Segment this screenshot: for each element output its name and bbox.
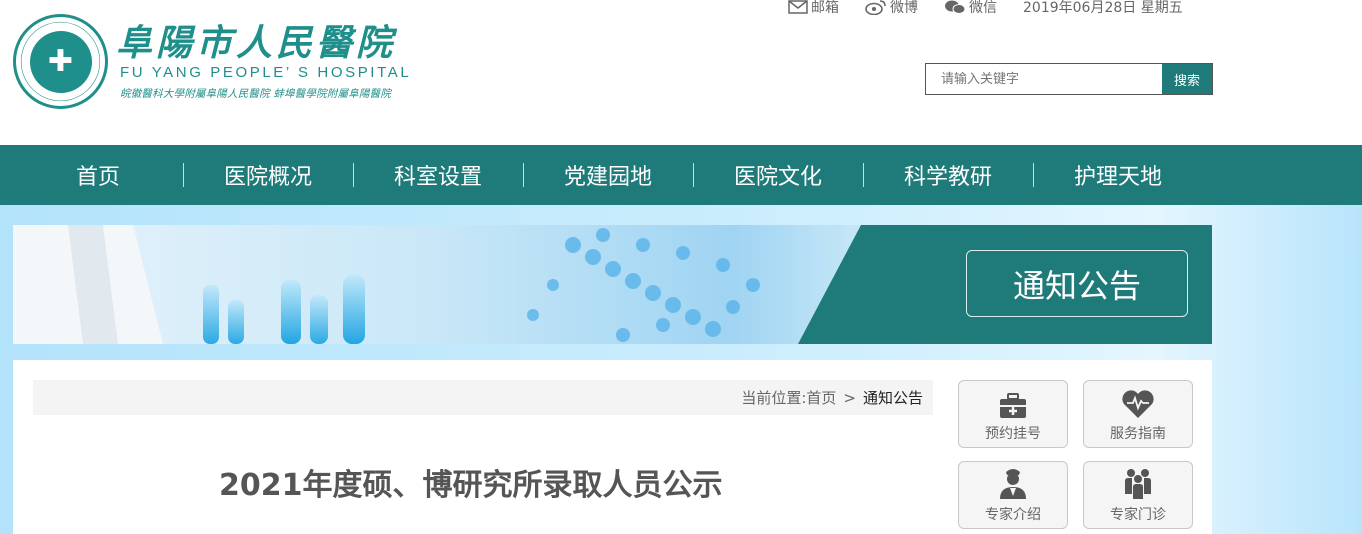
nav-item-party[interactable]: 党建园地 xyxy=(523,145,693,205)
expert-intro-label: 专家介绍 xyxy=(985,507,1041,523)
expert-intro-button[interactable]: 专家介绍 xyxy=(958,461,1068,529)
mail-link[interactable]: 邮箱 xyxy=(788,0,839,17)
wechat-icon xyxy=(945,0,966,14)
site-name-cn: 阜陽市人民醫院 xyxy=(116,22,397,64)
site-subtitle: 皖徽醫科大學附屬阜陽人民醫院 蚌埠醫學院附屬阜陽醫院 xyxy=(120,88,392,100)
mail-icon xyxy=(788,0,808,14)
content-area: 当前位置: 首页 > 通知公告 2021年度硕、博研究所录取人员公示 预约挂号 … xyxy=(13,360,1212,534)
nav-item-overview[interactable]: 医院概况 xyxy=(183,145,353,205)
expert-clinic-button[interactable]: 专家门诊 xyxy=(1083,461,1193,529)
wechat-link[interactable]: 微信 xyxy=(944,0,997,17)
nav-item-home[interactable]: 首页 xyxy=(13,145,183,205)
doctor-icon xyxy=(1000,469,1026,499)
nav-item-research[interactable]: 科学教研 xyxy=(863,145,1033,205)
people-group-icon xyxy=(1125,469,1151,499)
appointment-label: 预约挂号 xyxy=(985,426,1041,442)
nav-item-nursing[interactable]: 护理天地 xyxy=(1033,145,1203,205)
site-header: ✚ 阜陽市人民醫院 FU YANG PEOPLE’ S HOSPITAL 皖徽醫… xyxy=(0,0,1362,145)
weibo-label: 微博 xyxy=(890,0,918,16)
expert-clinic-label: 专家门诊 xyxy=(1110,507,1166,523)
logo-ring xyxy=(20,21,101,102)
nav-item-culture[interactable]: 医院文化 xyxy=(693,145,863,205)
heart-icon xyxy=(1122,390,1154,418)
search-input[interactable] xyxy=(926,64,1162,94)
wechat-label: 微信 xyxy=(969,0,997,16)
mail-label: 邮箱 xyxy=(811,0,839,16)
breadcrumb-current[interactable]: 通知公告 xyxy=(863,387,923,408)
breadcrumb-home[interactable]: 首页 xyxy=(806,387,836,408)
service-guide-label: 服务指南 xyxy=(1110,426,1166,442)
search-button[interactable]: 搜索 xyxy=(1162,64,1212,94)
hospital-logo[interactable]: ✚ xyxy=(13,14,108,109)
medical-kit-icon xyxy=(1000,393,1026,418)
article-title: 2021年度硕、博研究所录取人员公示 xyxy=(219,468,723,503)
section-banner: 通知公告 xyxy=(13,225,1212,344)
appointment-button[interactable]: 预约挂号 xyxy=(958,380,1068,448)
current-date: 2019年06月28日 星期五 xyxy=(1023,0,1183,16)
weibo-link[interactable]: 微博 xyxy=(865,0,918,17)
site-name-en: FU YANG PEOPLE’ S HOSPITAL xyxy=(120,64,412,81)
nav-item-departments[interactable]: 科室设置 xyxy=(353,145,523,205)
main-nav: 首页 医院概况 科室设置 党建园地 医院文化 科学教研 护理天地 xyxy=(0,145,1362,205)
breadcrumb: 当前位置: 首页 > 通知公告 xyxy=(33,380,933,415)
weibo-icon xyxy=(865,0,886,15)
banner-title: 通知公告 xyxy=(966,250,1188,317)
top-links: 邮箱 微博 微信 2019年06月28日 星期五 xyxy=(788,0,1183,17)
service-guide-button[interactable]: 服务指南 xyxy=(1083,380,1193,448)
search-box: 搜索 xyxy=(925,63,1213,95)
breadcrumb-prefix: 当前位置: xyxy=(741,389,807,407)
breadcrumb-separator: > xyxy=(843,388,856,407)
